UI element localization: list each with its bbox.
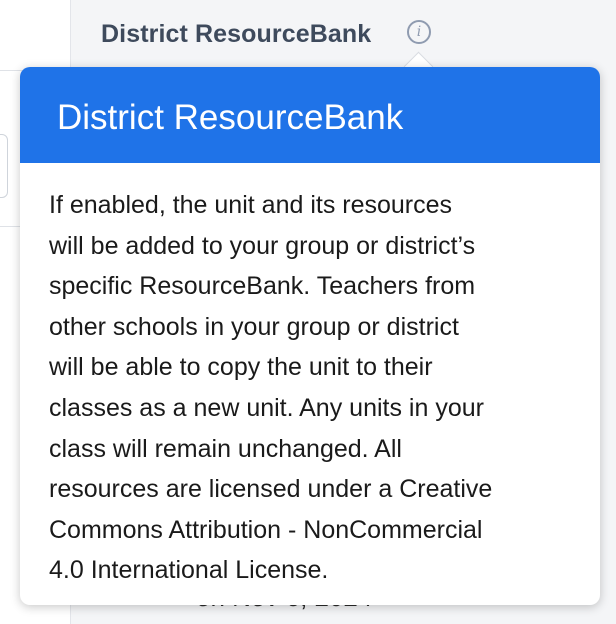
- input-field-edge[interactable]: [0, 134, 8, 198]
- popover-body-line: 4.0 International License.: [49, 556, 329, 585]
- popover-body-line: resources are licensed under a Creative: [49, 475, 493, 504]
- popover-body-line: Commons Attribution - NonCommercial: [49, 515, 483, 544]
- popover-body-line: will be able to copy the unit to their: [49, 353, 433, 382]
- info-icon[interactable]: i: [407, 20, 431, 44]
- popover-title: District ResourceBank: [20, 67, 600, 163]
- popover-body-line: If enabled, the unit and its resources: [49, 191, 453, 219]
- popover-body-line: class will remain unchanged. All: [49, 434, 402, 463]
- popover-body-line: classes as a new unit. Any units in your: [49, 393, 484, 422]
- popover-body-line: other schools in your group or district: [49, 312, 459, 341]
- popover-body-line: will be added to your group or district’…: [49, 231, 476, 260]
- popover-body-line: specific ResourceBank. Teachers from: [49, 272, 476, 301]
- info-popover: District ResourceBank If enabled, the un…: [20, 67, 600, 605]
- popover-body: If enabled, the unit and its resources w…: [20, 163, 600, 591]
- district-resourcebank-label: District ResourceBank: [101, 20, 372, 48]
